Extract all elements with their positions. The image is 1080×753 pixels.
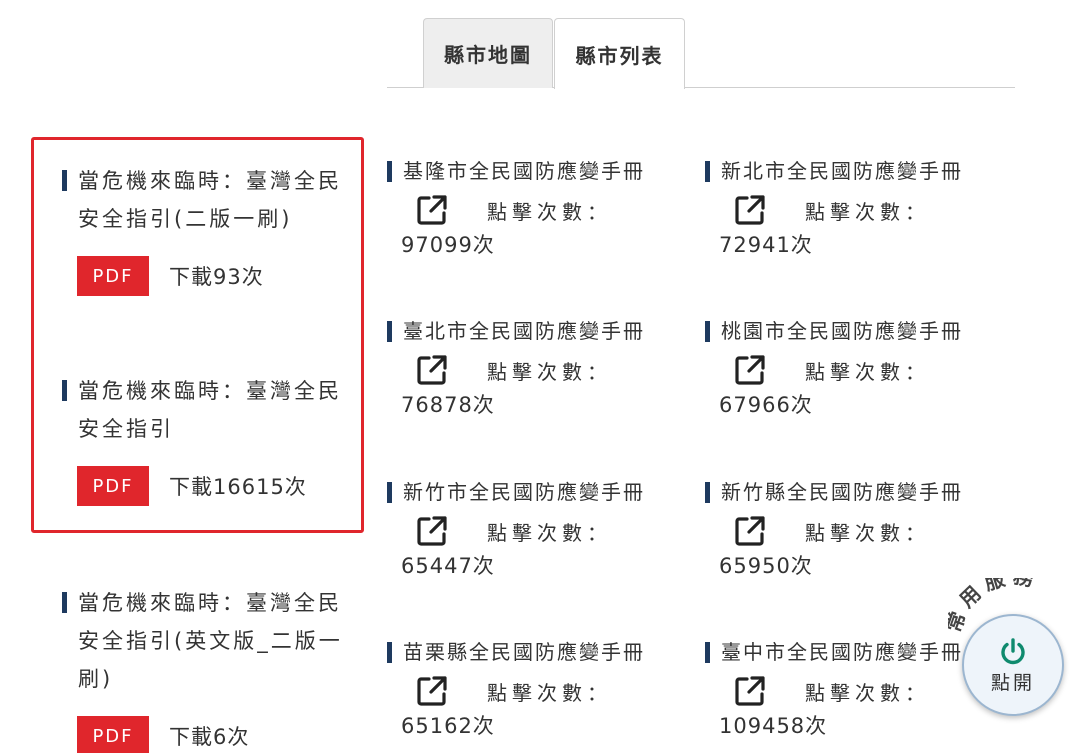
open-services-button[interactable]: 點開 <box>962 614 1064 716</box>
city-item: 臺中市全民國防應變手冊 點擊次數： 109458次 <box>705 638 970 740</box>
city-item: 新竹市全民國防應變手冊 點擊次數： 65447次 <box>387 478 687 580</box>
highlight-box <box>31 137 364 533</box>
click-count-label: 點擊次數： <box>487 199 612 224</box>
external-link-icon[interactable] <box>733 353 767 387</box>
click-count-label: 點擊次數： <box>805 680 930 705</box>
click-count: 65447次 <box>401 554 495 578</box>
external-link-icon[interactable] <box>415 353 449 387</box>
click-count-label: 點擊次數： <box>487 680 612 705</box>
external-link-icon[interactable] <box>415 193 449 227</box>
click-count-label: 點擊次數： <box>805 359 930 384</box>
city-title[interactable]: 新竹市全民國防應變手冊 <box>387 478 687 506</box>
city-item: 桃園市全民國防應變手冊 點擊次數： 67966次 <box>705 317 1005 419</box>
external-link-icon[interactable] <box>733 193 767 227</box>
city-title[interactable]: 新北市全民國防應變手冊 <box>705 157 1005 185</box>
click-count: 109458次 <box>719 714 828 738</box>
click-count: 67966次 <box>719 393 813 417</box>
city-title[interactable]: 臺北市全民國防應變手冊 <box>387 317 687 345</box>
city-item: 臺北市全民國防應變手冊 點擊次數： 76878次 <box>387 317 687 419</box>
click-count: 76878次 <box>401 393 495 417</box>
external-link-icon[interactable] <box>733 514 767 548</box>
external-link-icon[interactable] <box>415 674 449 708</box>
click-count: 65162次 <box>401 714 495 738</box>
guide-item: 當危機來臨時：臺灣全民安全指引(英文版_二版一刷) PDF 下載6次 <box>62 584 352 753</box>
city-title[interactable]: 臺中市全民國防應變手冊 <box>705 638 970 666</box>
click-count-label: 點擊次數： <box>487 520 612 545</box>
power-icon <box>1001 637 1025 664</box>
city-title[interactable]: 新竹縣全民國防應變手冊 <box>705 478 1005 506</box>
tab-bar: 縣市地圖 縣市列表 <box>387 18 1015 89</box>
click-count-label: 點擊次數： <box>805 199 930 224</box>
city-item: 新竹縣全民國防應變手冊 點擊次數： 65950次 <box>705 478 1005 580</box>
click-count-label: 點擊次數： <box>805 520 930 545</box>
external-link-icon[interactable] <box>415 514 449 548</box>
guide-title: 當危機來臨時：臺灣全民安全指引(英文版_二版一刷) <box>62 584 352 698</box>
city-title[interactable]: 桃園市全民國防應變手冊 <box>705 317 1005 345</box>
city-title[interactable]: 苗栗縣全民國防應變手冊 <box>387 638 687 666</box>
tab-county-map[interactable]: 縣市地圖 <box>423 18 553 88</box>
city-item: 新北市全民國防應變手冊 點擊次數： 72941次 <box>705 157 1005 259</box>
click-count: 65950次 <box>719 554 813 578</box>
tab-county-list[interactable]: 縣市列表 <box>554 18 685 89</box>
city-item: 苗栗縣全民國防應變手冊 點擊次數： 65162次 <box>387 638 687 740</box>
external-link-icon[interactable] <box>733 674 767 708</box>
common-services-widget: 常用服務 點開 <box>948 578 1080 728</box>
download-count: 下載6次 <box>169 725 250 749</box>
click-count: 72941次 <box>719 233 813 257</box>
city-item: 基隆市全民國防應變手冊 點擊次數： 97099次 <box>387 157 687 259</box>
city-title[interactable]: 基隆市全民國防應變手冊 <box>387 157 687 185</box>
click-count: 97099次 <box>401 233 495 257</box>
click-count-label: 點擊次數： <box>487 359 612 384</box>
pdf-download-button[interactable]: PDF <box>77 716 149 753</box>
open-services-label: 點開 <box>990 671 1035 694</box>
